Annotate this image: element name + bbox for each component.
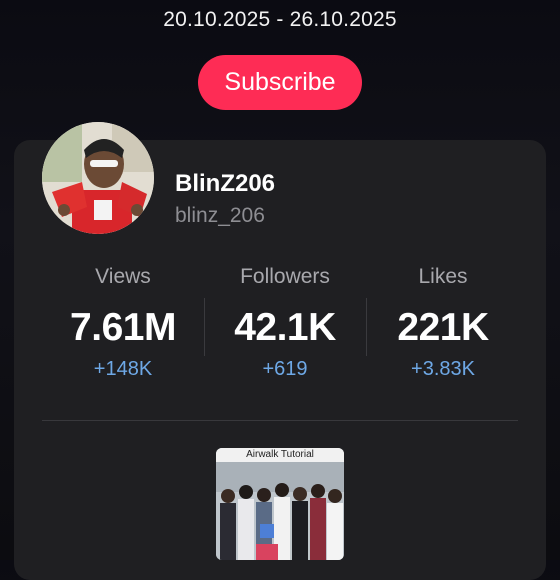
stat-label: Views [95,265,151,288]
username: blinz_206 [175,204,265,227]
stat-value: 42.1K [234,306,336,349]
stat-delta: +148K [93,358,153,380]
avatar-image [42,122,154,234]
stat-label: Followers [240,265,330,288]
stat-value: 221K [397,306,489,349]
display-name: BlinZ206 [175,170,276,197]
stat-views: Views 7.61M +148K [43,265,203,381]
stat-delta: +3.83K [411,358,475,380]
video-thumbnail[interactable]: Airwalk Tutorial [216,448,344,560]
avatar[interactable] [42,122,154,234]
stat-delta: +619 [262,358,308,380]
subscribe-button[interactable]: Subscribe [198,55,362,110]
section-divider [42,420,518,421]
video-thumbnail-image [216,448,344,560]
stat-label: Likes [418,265,468,288]
stat-followers: Followers 42.1K +619 [205,265,365,381]
date-range: 20.10.2025 - 26.10.2025 [163,8,397,31]
stat-likes: Likes 221K +3.83K [363,265,523,381]
video-title: Airwalk Tutorial [216,448,344,462]
stat-value: 7.61M [70,306,176,349]
